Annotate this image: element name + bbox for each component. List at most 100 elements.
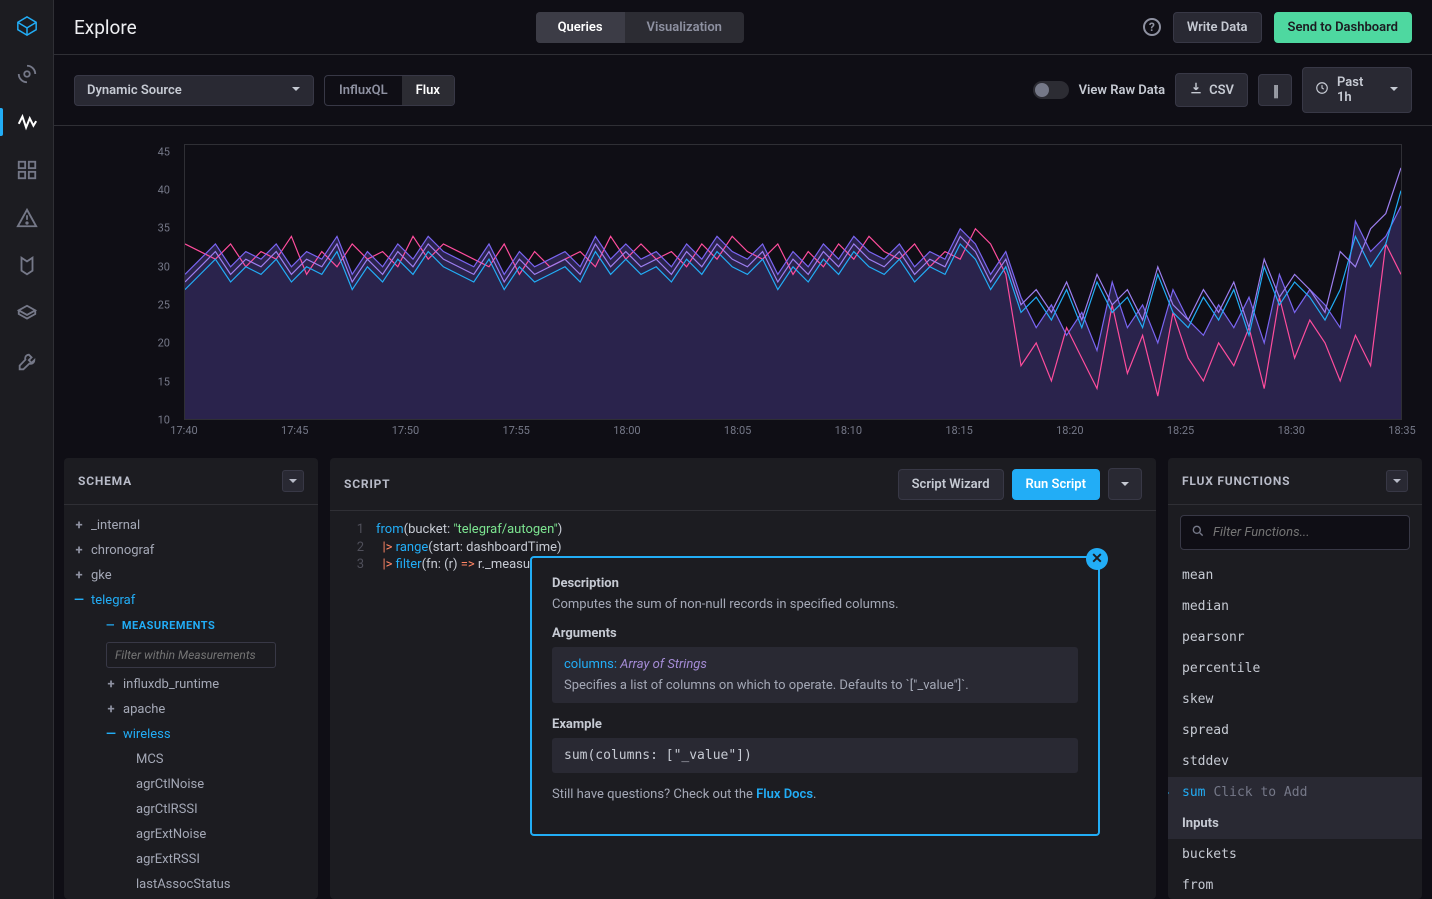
bucket-item[interactable]: +chronograf — [64, 538, 318, 563]
tab-visualization[interactable]: Visualization — [625, 12, 744, 43]
schema-title: SCHEMA — [78, 474, 132, 488]
function-tooltip: ✕ Description Computes the sum of non-nu… — [530, 556, 1100, 836]
pause-button[interactable]: || — [1258, 74, 1292, 106]
tooltip-desc: Computes the sum of non-null records in … — [552, 597, 1078, 612]
flux-function-selected[interactable]: sumClick to Add — [1168, 777, 1422, 808]
measurements-header[interactable]: —MEASUREMENTS — [64, 613, 318, 638]
topbar: Explore Queries Visualization ? Write Da… — [54, 0, 1432, 55]
close-icon[interactable]: ✕ — [1086, 548, 1108, 570]
script-title: SCRIPT — [344, 477, 390, 491]
tab-queries[interactable]: Queries — [536, 12, 625, 43]
field-item[interactable]: MCS — [64, 747, 318, 772]
logo-icon — [13, 12, 41, 40]
flux-function-item[interactable]: percentile — [1168, 653, 1422, 684]
side-nav — [0, 0, 54, 899]
y-tick: 35 — [158, 222, 170, 235]
bucket-item[interactable]: +gke — [64, 563, 318, 588]
nav-config[interactable] — [0, 340, 54, 384]
clock-icon — [1315, 81, 1329, 99]
measurement-item[interactable]: +apache — [64, 697, 318, 722]
search-icon — [1191, 523, 1205, 542]
y-tick: 30 — [158, 260, 170, 273]
field-item[interactable]: agrExtRSSI — [64, 847, 318, 872]
field-item[interactable]: lastAssocStatus — [64, 872, 318, 897]
nav-dashboards[interactable] — [0, 148, 54, 192]
x-tick: 18:05 — [724, 424, 751, 437]
x-tick: 18:30 — [1278, 424, 1305, 437]
nav-alerting[interactable] — [0, 196, 54, 240]
flux-function-item[interactable]: pearsonr — [1168, 622, 1422, 653]
tooltip-example-header: Example — [552, 717, 1078, 732]
y-tick: 40 — [158, 184, 170, 197]
run-script-button[interactable]: Run Script — [1012, 469, 1100, 500]
bucket-item[interactable]: —telegraf — [64, 588, 318, 613]
x-tick: 18:00 — [613, 424, 640, 437]
flux-filter-input[interactable] — [1213, 525, 1399, 540]
lang-influxql[interactable]: InfluxQL — [325, 76, 402, 105]
y-tick: 20 — [158, 337, 170, 350]
source-dropdown[interactable]: Dynamic Source — [74, 75, 314, 106]
time-range-label: Past 1h — [1337, 75, 1381, 105]
tooltip-footer: Still have questions? Check out the Flux… — [552, 787, 1078, 802]
plot-area[interactable] — [184, 144, 1402, 420]
schema-tree: +_internal+chronograf+gke—telegraf—MEASU… — [64, 505, 318, 899]
flux-function-item[interactable]: buckets — [1168, 839, 1422, 870]
raw-data-toggle[interactable] — [1033, 81, 1069, 99]
flux-function-item[interactable]: from — [1168, 870, 1422, 899]
flux-function-item[interactable]: spread — [1168, 715, 1422, 746]
source-label: Dynamic Source — [87, 83, 182, 98]
x-tick: 17:50 — [392, 424, 419, 437]
bucket-item[interactable]: +_internal — [64, 513, 318, 538]
flux-section-header: Inputs — [1168, 808, 1422, 839]
csv-button[interactable]: CSV — [1175, 73, 1248, 107]
schema-options[interactable] — [282, 470, 304, 492]
chevron-down-icon — [1389, 83, 1399, 98]
tooltip-args-header: Arguments — [552, 626, 1078, 641]
schema-panel: SCHEMA +_internal+chronograf+gke—telegra… — [64, 458, 318, 899]
arg-name: columns: — [564, 657, 617, 672]
script-panel: SCRIPT Script Wizard Run Script 1from(bu… — [330, 458, 1156, 899]
chart: 1015202530354045 17:4017:4517:5017:5518:… — [54, 126, 1432, 448]
flux-function-item[interactable]: skew — [1168, 684, 1422, 715]
write-data-button[interactable]: Write Data — [1173, 12, 1262, 43]
help-icon[interactable]: ? — [1143, 18, 1161, 36]
x-tick: 17:40 — [170, 424, 197, 437]
flux-functions-panel: FLUX FUNCTIONS meanmedianpearsonrpercent… — [1168, 458, 1422, 899]
csv-label: CSV — [1209, 83, 1234, 98]
nav-explore[interactable] — [0, 100, 54, 144]
flux-docs-link[interactable]: Flux Docs — [756, 787, 813, 802]
y-tick: 15 — [158, 375, 170, 388]
chevron-down-icon — [291, 83, 301, 98]
nav-org[interactable] — [0, 292, 54, 336]
send-to-dashboard-button[interactable]: Send to Dashboard — [1274, 12, 1412, 43]
flux-function-item[interactable]: mean — [1168, 560, 1422, 591]
x-tick: 18:25 — [1167, 424, 1194, 437]
page-title: Explore — [74, 16, 137, 39]
arg-type: Array of Strings — [617, 657, 707, 672]
field-item[interactable]: agrCtlNoise — [64, 772, 318, 797]
script-options[interactable] — [1108, 468, 1142, 500]
nav-logs[interactable] — [0, 244, 54, 288]
measurement-item[interactable]: —wireless — [64, 722, 318, 747]
measurement-item[interactable]: +influxdb_runtime — [64, 672, 318, 697]
script-wizard-button[interactable]: Script Wizard — [898, 469, 1004, 500]
flux-search — [1180, 515, 1410, 550]
nav-status[interactable] — [0, 52, 54, 96]
field-item[interactable]: agrExtNoise — [64, 822, 318, 847]
x-tick: 17:55 — [502, 424, 529, 437]
tooltip-args-box: columns: Array of Strings Specifies a li… — [552, 647, 1078, 703]
lang-flux[interactable]: Flux — [402, 76, 454, 105]
field-item[interactable]: agrCtlRSSI — [64, 797, 318, 822]
query-lang-toggle: InfluxQL Flux — [324, 75, 455, 106]
view-mode-toggle: Queries Visualization — [536, 12, 744, 43]
measurements-filter[interactable] — [106, 642, 276, 668]
x-tick: 18:15 — [945, 424, 972, 437]
flux-options[interactable] — [1386, 470, 1408, 492]
flux-function-item[interactable]: median — [1168, 591, 1422, 622]
time-range-dropdown[interactable]: Past 1h — [1302, 67, 1412, 113]
flux-function-item[interactable]: stddev — [1168, 746, 1422, 777]
y-axis: 1015202530354045 — [74, 144, 182, 420]
x-tick: 18:35 — [1388, 424, 1415, 437]
y-tick: 45 — [158, 145, 170, 158]
flux-title: FLUX FUNCTIONS — [1182, 474, 1290, 488]
